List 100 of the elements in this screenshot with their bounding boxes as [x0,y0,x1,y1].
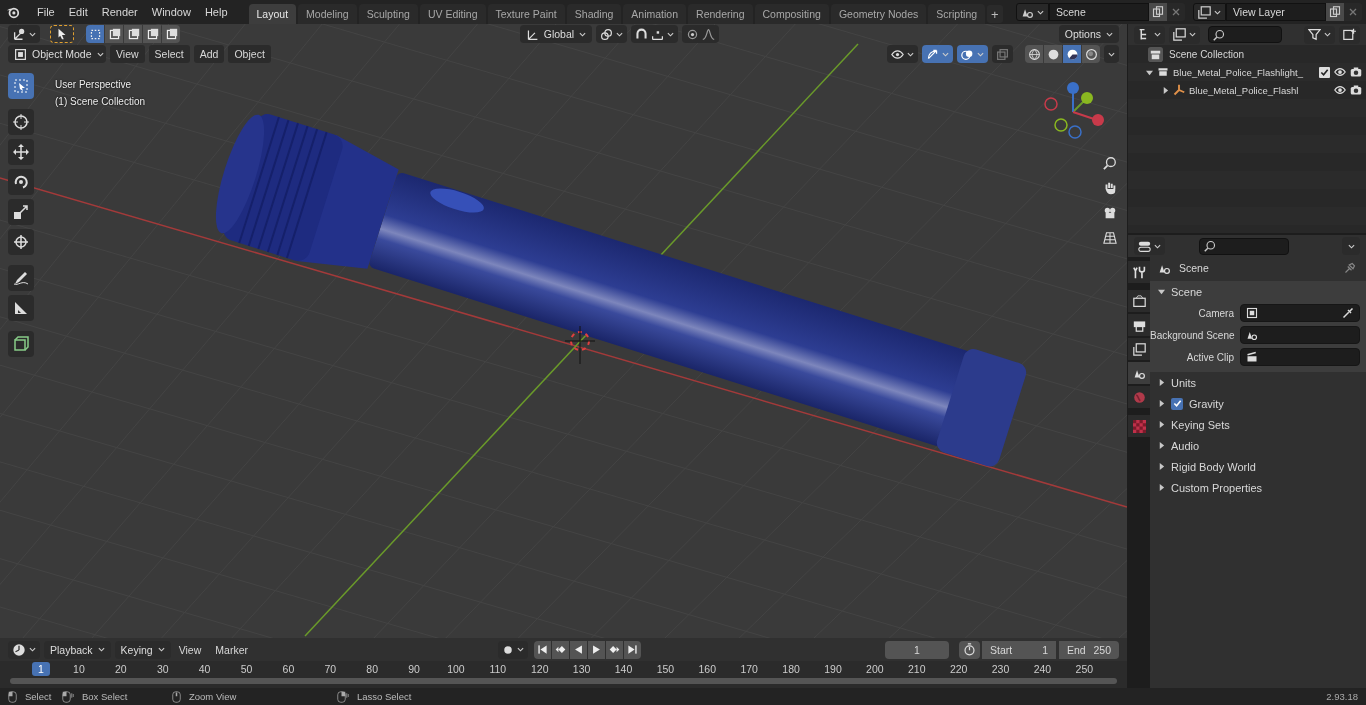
scene-browse-button[interactable] [1016,3,1049,21]
search-field[interactable] [1208,26,1282,43]
outliner-item[interactable]: Scene Collection [1148,46,1245,62]
filter-button[interactable] [1304,25,1335,44]
editor-type-button[interactable] [8,25,40,43]
rotate-tool-button[interactable] [8,169,34,195]
shading-options-button[interactable] [1104,45,1119,63]
scene-field[interactable] [1240,326,1360,344]
camera-icon[interactable] [1350,84,1362,96]
options-dropdown[interactable]: Options [1058,25,1119,43]
select-tool-button[interactable] [50,25,74,43]
mode-dropdown[interactable]: Object Mode [8,45,106,63]
workspace-tab[interactable]: Compositing [754,4,829,24]
editor-type-button[interactable] [1134,237,1165,255]
menu-item[interactable]: File [30,6,62,18]
workspace-tab[interactable]: Shading [566,4,622,24]
new-collection-button[interactable] [1339,25,1360,44]
timeline-menu[interactable]: View [172,640,208,659]
pivot-point-dropdown[interactable] [596,25,628,43]
checkbox[interactable] [1171,397,1183,410]
render-tab[interactable] [1128,290,1150,312]
panel-title[interactable]: Audio [1171,439,1200,452]
current-frame-field[interactable]: 1 [885,640,949,659]
measure-tool-button[interactable] [8,295,34,321]
triangle-down-icon[interactable] [1158,288,1165,295]
next-keyframe-button[interactable] [606,640,623,659]
selection-mode-button[interactable] [124,25,142,43]
timeline-menu[interactable]: Keying [114,640,171,659]
pin-icon[interactable] [1344,262,1356,274]
menu-item[interactable]: Edit [61,6,95,18]
3d-cursor-icon[interactable] [564,325,596,365]
triangle-right-icon[interactable] [1162,86,1169,94]
texture-tab[interactable] [1128,415,1150,437]
triangle-right-icon[interactable] [1158,442,1165,449]
transform-orientation-dropdown[interactable]: Global [519,25,593,43]
playhead-marker[interactable]: 1 [32,662,50,676]
camera-field[interactable] [1240,304,1360,322]
workspace-tab[interactable]: Scripting [928,4,986,24]
panel-title[interactable]: Units [1171,376,1197,389]
annotate-tool-button[interactable] [8,265,34,291]
proportional-edit-button[interactable] [682,25,720,43]
prev-keyframe-button[interactable] [552,640,569,659]
panel-title[interactable]: Rigid Body World [1171,460,1256,473]
add-cube-tool-button[interactable] [8,331,34,357]
workspace-tab[interactable]: Geometry Nodes [830,4,927,24]
play-reverse-button[interactable] [570,640,587,659]
overlay-toggle-button[interactable] [957,45,988,63]
panel-title[interactable]: Keying Sets [1171,418,1230,431]
jump-start-button[interactable] [534,640,551,659]
timeline-menu[interactable]: Marker [209,640,254,659]
tool-tab[interactable] [1128,261,1150,283]
triangle-right-icon[interactable] [1158,484,1165,491]
solid-shading-button[interactable] [1044,45,1062,63]
visibility-toggle-button[interactable] [887,45,918,63]
close-icon[interactable] [1349,8,1357,16]
search-field[interactable] [1199,237,1289,255]
timeline-menu[interactable]: Playback [44,640,111,659]
close-icon[interactable] [1172,8,1180,16]
add-workspace-button[interactable]: + [987,5,1003,23]
scrollbar[interactable] [10,678,1117,684]
wireframe-shading-button[interactable] [1025,45,1043,63]
stopwatch-button[interactable] [959,640,980,659]
outliner-item[interactable]: Blue_Metal_Police_Flashlight_ [1157,66,1315,78]
workspace-tab[interactable]: Texture Paint [487,4,565,24]
eyedropper-icon[interactable] [1342,307,1354,319]
selection-mode-button[interactable] [105,25,123,43]
triangle-right-icon[interactable] [1158,379,1165,386]
selection-mode-button[interactable] [162,25,180,43]
rendered-shading-button[interactable] [1082,45,1100,63]
view-layer-name-field[interactable]: View Layer [1226,3,1326,21]
transform-tool-button[interactable] [8,229,34,255]
triangle-right-icon[interactable] [1158,400,1165,407]
duplicate-button[interactable] [1149,3,1167,21]
scene-tab[interactable] [1128,362,1150,384]
view-layer-tab[interactable] [1128,338,1150,360]
material-shading-button[interactable] [1063,45,1081,63]
menu-item[interactable]: Window [144,6,198,18]
xray-toggle-button[interactable] [992,45,1013,63]
viewport-menu[interactable]: Object [228,45,271,63]
start-frame-field[interactable]: Start 1 [982,640,1056,659]
menu-item[interactable]: Help [197,6,235,18]
view-layer-browse-button[interactable] [1193,3,1226,21]
viewport-menu[interactable]: Select [148,45,190,63]
duplicate-button[interactable] [1326,3,1344,21]
workspace-tab[interactable]: Animation [623,4,687,24]
menu-item[interactable]: Render [94,6,145,18]
panel-title[interactable]: Gravity [1189,397,1224,410]
workspace-tab[interactable]: Modeling [298,4,357,24]
options-dropdown[interactable] [1342,237,1360,255]
panel-title[interactable]: Scene [1171,285,1203,298]
triangle-down-icon[interactable] [1146,68,1153,76]
panel-title[interactable]: Custom Properties [1171,481,1263,494]
workspace-tab[interactable]: Rendering [688,4,753,24]
scale-tool-button[interactable] [8,199,34,225]
jump-end-button[interactable] [624,640,641,659]
move-tool-button[interactable] [8,139,34,165]
end-frame-field[interactable]: End 250 [1059,640,1119,659]
outliner-item[interactable]: Blue_Metal_Police_Flashl [1173,84,1330,96]
scene-name-field[interactable]: Scene [1049,3,1149,21]
workspace-tab[interactable]: Layout [248,4,297,24]
